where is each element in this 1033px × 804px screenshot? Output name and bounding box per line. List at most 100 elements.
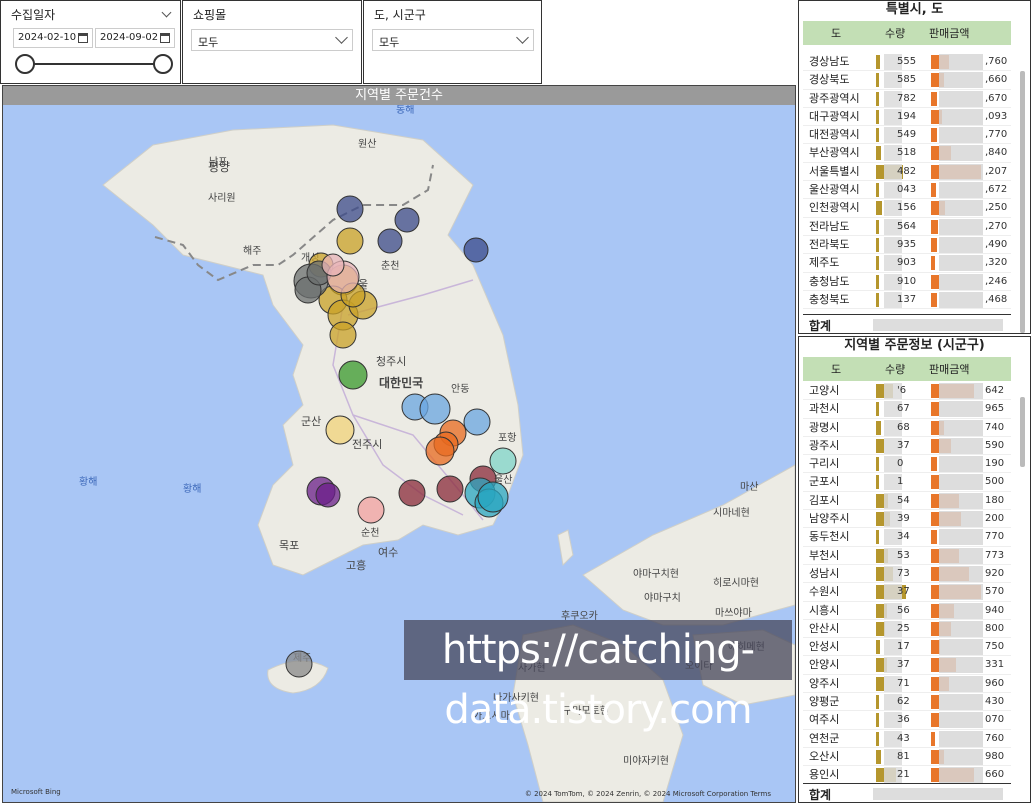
table-row[interactable]: 수원시 37 570 — [803, 583, 1011, 602]
table-row[interactable]: 광주광역시 782 ,670 — [803, 90, 1011, 108]
table-row[interactable]: 경상남도 555 ,760 — [803, 53, 1011, 72]
map-copyright[interactable]: © 2024 TomTom, © 2024 Zenrin, © 2024 Mic… — [525, 790, 771, 798]
table-row[interactable]: 전라남도 564 ,270 — [803, 218, 1011, 236]
map-place-label: 사리원 — [208, 192, 236, 204]
order-bubble-gyeongnam[interactable] — [398, 479, 426, 507]
calendar-icon[interactable] — [78, 33, 88, 43]
table-row[interactable]: 충청북도 137 ,468 — [803, 291, 1011, 310]
order-bubble-gangwon[interactable] — [377, 228, 403, 254]
map-place-label: 순천 — [361, 527, 379, 539]
qty-value: 56 — [897, 604, 910, 616]
amount-mask — [939, 675, 983, 692]
calendar-icon[interactable] — [160, 33, 170, 43]
amount-value: ,246 — [985, 275, 1008, 287]
table-row[interactable]: 연천군 43 760 — [803, 730, 1011, 748]
table-row[interactable]: 인천광역시 156 ,250 — [803, 199, 1011, 218]
district-table-header[interactable]: 도 수량 판매금액 — [803, 357, 1011, 381]
district-dropdown[interactable]: 모두 — [372, 29, 534, 51]
order-bubble-jeju[interactable] — [285, 650, 313, 678]
table-row[interactable]: 동두천시 34 770 — [803, 528, 1011, 547]
table-row[interactable]: 안성시 17 750 — [803, 638, 1011, 657]
table-row[interactable]: 용인시 21 660 — [803, 766, 1011, 784]
end-date-input[interactable]: 2024-09-02 — [95, 28, 175, 48]
table-row[interactable]: 안산시 25 800 — [803, 620, 1011, 639]
order-bubble-gyeongbuk[interactable] — [419, 393, 451, 425]
order-bubble-suncheon[interactable] — [357, 496, 385, 524]
table-row[interactable]: 여주시 36 070 — [803, 711, 1011, 730]
order-bubble-gyeongbuk[interactable] — [463, 408, 491, 436]
amount-mask — [939, 456, 983, 473]
table-row[interactable]: 양주시 71 960 — [803, 675, 1011, 694]
sea-label: 황해 — [79, 475, 97, 488]
order-bubble-gangwon[interactable] — [394, 207, 420, 233]
order-bubble-jeonnam[interactable] — [315, 482, 341, 508]
start-date-input[interactable]: 2024-02-10 — [13, 28, 93, 48]
order-bubble-gangwon[interactable] — [336, 195, 364, 223]
order-bubble-gyeonggi[interactable] — [329, 321, 357, 349]
order-bubble-seoul_region[interactable] — [321, 253, 345, 277]
end-slider-handle[interactable] — [153, 54, 173, 74]
table-row[interactable]: 시흥시 56 940 — [803, 602, 1011, 620]
table-row[interactable]: 남양주시 39 200 — [803, 510, 1011, 529]
amount-mask — [939, 218, 983, 235]
date-slicer[interactable]: 수집일자 2024-02-10 2024-09-02 — [0, 0, 181, 84]
qty-value: 37 — [897, 439, 910, 451]
table-row[interactable]: 전라북도 935 ,490 — [803, 236, 1011, 255]
header-province[interactable]: 도 — [831, 25, 841, 41]
bing-logo: Microsoft Bing — [11, 788, 61, 796]
table-row[interactable]: 광명시 68 740 — [803, 419, 1011, 437]
table-row[interactable]: 구리시 0 190 — [803, 455, 1011, 474]
table-row[interactable]: 울산광역시 043 ,672 — [803, 181, 1011, 200]
order-bubble-gyeongnam[interactable] — [436, 475, 464, 503]
table-row[interactable]: 고양시 '6 642 — [803, 382, 1011, 401]
map-place-label: 시마네현 — [713, 507, 750, 519]
table-row[interactable]: 부산광역시 518 ,840 — [803, 144, 1011, 163]
row-name: 김포시 — [809, 493, 840, 507]
table-row[interactable]: 성남시 73 920 — [803, 565, 1011, 584]
date-range-track[interactable] — [19, 63, 164, 65]
map-place-label: 해주 — [243, 244, 261, 257]
table-row[interactable]: 경상북도 585 ,660 — [803, 71, 1011, 90]
district-table-scrollbar[interactable] — [1020, 397, 1025, 467]
table-row[interactable]: 대구광역시 194 ,093 — [803, 108, 1011, 127]
table-row[interactable]: 안양시 37 331 — [803, 656, 1011, 675]
table-row[interactable]: 대전광역시 549 ,770 — [803, 126, 1011, 145]
order-bubble-ulsan[interactable] — [489, 447, 517, 475]
map-place-label: 히로시마현 — [713, 577, 759, 589]
province-table-scrollbar[interactable] — [1020, 71, 1025, 333]
header-amount[interactable]: 판매금액 — [929, 25, 969, 41]
province-table-header[interactable]: 도 수량 판매금액 — [803, 21, 1011, 45]
chevron-down-icon[interactable] — [161, 7, 172, 18]
table-row[interactable]: 서울특별시 482 ,207 — [803, 163, 1011, 182]
map-place-label: 전주시 — [352, 438, 382, 451]
table-row[interactable]: 제주도 903 ,320 — [803, 254, 1011, 273]
map-place-label: 야마구치현 — [633, 568, 679, 580]
order-bubble-busan[interactable] — [477, 481, 509, 513]
amount-mask — [939, 54, 983, 70]
header-amount[interactable]: 판매금액 — [929, 361, 969, 377]
order-bubble-jeonbuk[interactable] — [325, 415, 355, 445]
qty-value: 39 — [897, 513, 910, 525]
table-row[interactable]: 양평군 62 430 — [803, 693, 1011, 712]
qty-bar — [876, 457, 879, 472]
table-row[interactable]: 군포시 1 500 — [803, 473, 1011, 492]
qty-value: 36 — [897, 714, 910, 726]
row-name: 남양주시 — [809, 512, 850, 526]
header-province[interactable]: 도 — [831, 361, 841, 377]
table-row[interactable]: 충청남도 910 ,246 — [803, 273, 1011, 291]
table-row[interactable]: 오산시 81 980 — [803, 748, 1011, 767]
header-qty[interactable]: 수량 — [885, 361, 905, 377]
table-row[interactable]: 김포시 54 180 — [803, 492, 1011, 511]
table-row[interactable]: 부천시 53 773 — [803, 547, 1011, 565]
order-bubble-gangwon[interactable] — [463, 237, 489, 263]
start-slider-handle[interactable] — [15, 54, 35, 74]
order-bubble-gyeonggi[interactable] — [336, 227, 364, 255]
header-qty[interactable]: 수량 — [885, 25, 905, 41]
map-place-label: 춘천 — [381, 260, 399, 272]
table-row[interactable]: 과천시 67 965 — [803, 400, 1011, 419]
mall-dropdown[interactable]: 모두 — [191, 29, 353, 51]
order-bubble-daegu[interactable] — [425, 436, 455, 466]
row-name: 광주시 — [809, 438, 840, 452]
order-bubble-chungbuk[interactable] — [338, 360, 368, 390]
table-row[interactable]: 광주시 37 590 — [803, 437, 1011, 456]
